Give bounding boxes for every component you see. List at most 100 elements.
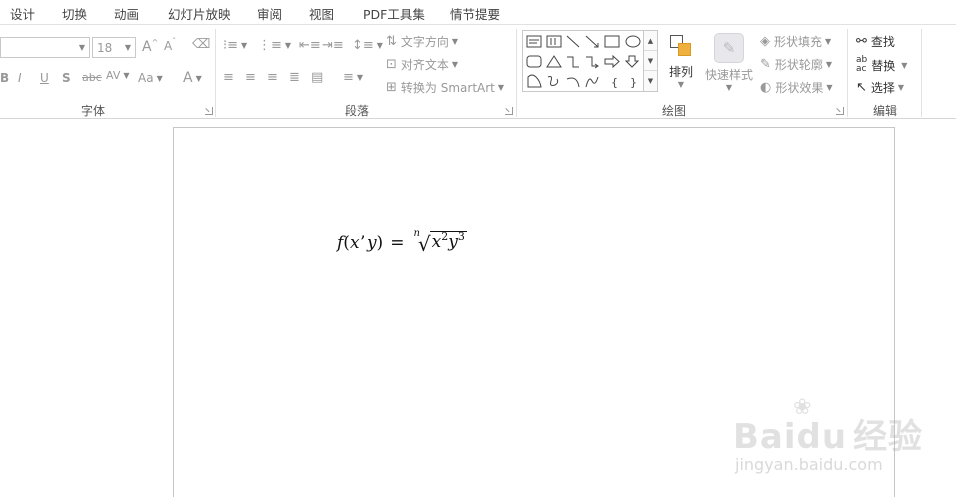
align-center-icon: ≡ [245,70,256,85]
shrink-font-button[interactable]: Aˇ [164,37,176,54]
align-center-button[interactable]: ≡ [245,71,256,84]
numbering-button[interactable]: ⋮≡ ▼ [258,39,291,52]
underline-button[interactable]: U [40,71,49,85]
tab-review[interactable]: 审阅 [257,4,282,23]
shape-fill-label: 形状填充 [774,35,823,49]
select-button[interactable]: ↖ 选择 ▼ [856,79,904,96]
replace-button[interactable]: ab ac 替换 ▼ [856,56,907,74]
tab-animations[interactable]: 动画 [114,4,139,23]
eq-close-paren: ) [376,233,384,253]
shadow-button[interactable]: S [62,71,71,85]
baidu-watermark: ❀ Baidu 经验 jingyan.baidu.com [733,395,922,485]
bullet-list-icon: ⁝≡ [223,38,239,53]
paragraph-dialog-launcher-icon[interactable] [505,107,513,115]
numbered-list-icon: ⋮≡ [258,38,282,53]
eq-radical: n √ x2y3 [413,228,467,256]
gallery-expand-icon[interactable]: ▼ [644,71,657,91]
arrange-button[interactable]: 排列 ▼ [668,33,694,89]
replace-label: 替换 [871,58,896,73]
cursor-icon: ↖ [856,80,867,95]
quick-styles-icon: ✎ [714,33,744,63]
eq-open-paren: ( [343,233,350,253]
text-direction-button[interactable]: ⇅ 文字方向 ▼ [386,33,458,50]
paragraph-group-label: 段落 [345,104,370,118]
tab-pdf-tools[interactable]: PDF工具集 [363,4,425,23]
grow-font-button[interactable]: A ^ [142,38,158,56]
tab-view[interactable]: 视图 [309,4,334,23]
align-text-button[interactable]: ⊡ 对齐文本 ▼ [386,56,458,73]
font-name-combo[interactable]: ▼ [0,37,90,58]
line-spacing-button[interactable]: ↕≡ ▼ [352,39,383,52]
svg-text:{: { [611,76,618,89]
chevron-down-icon[interactable]: ▼ [79,43,85,52]
grow-font-icon: A [142,39,152,55]
tab-design[interactable]: 设计 [10,4,35,23]
bold-button[interactable]: B [0,71,9,85]
find-button[interactable]: ⚯ 查找 [856,33,895,50]
eq-radicand-x: x [431,231,442,252]
eq-comma: ʼ [359,233,365,253]
equation[interactable]: f ( x ʼ y ) = n √ x2y3 [337,228,467,258]
align-left-button[interactable]: ≡ [223,71,234,84]
quick-styles-label: 快速样式 [705,68,754,82]
shape-effects-label: 形状效果 [775,81,824,95]
watermark-brand: Baidu 经验 [733,417,924,457]
increase-indent-button[interactable]: ⇥≡ [322,39,344,52]
distributed-button[interactable]: ▤ [311,71,323,84]
font-size-value: 18 [97,41,113,55]
align-right-button[interactable]: ≡ [267,71,278,84]
align-left-icon: ≡ [223,70,234,85]
change-case-button[interactable]: Aa ▼ [138,71,163,85]
eq-var-y: y [366,233,377,253]
svg-text:}: } [630,76,637,89]
font-size-combo[interactable]: 18 ▼ [92,37,136,58]
bullets-button[interactable]: ⁝≡ ▼ [223,39,247,52]
shape-effects-button[interactable]: ◐ 形状效果 ▼ [760,79,833,96]
select-label: 选择 [870,81,895,95]
italic-button[interactable]: I [18,71,22,85]
eq-var-x: x [349,233,360,253]
shape-fill-button[interactable]: ◈ 形状填充 ▼ [760,33,831,50]
shape-outline-button[interactable]: ✎ 形状轮廓 ▼ [760,56,832,73]
eq-equals: = [390,233,405,253]
decrease-indent-button[interactable]: ⇤≡ [299,39,321,52]
clear-formatting-button[interactable]: ⌫ [192,38,210,51]
columns-button[interactable]: ≡ ▼ [343,71,363,84]
tab-slideshow[interactable]: 幻灯片放映 [168,4,231,23]
convert-smartart-button[interactable]: ⊞ 转换为 SmartArt ▼ [386,79,504,96]
distributed-icon: ▤ [311,70,324,85]
shapes-gallery-scrollbar[interactable]: ▲ ▼ ▼ [644,30,658,92]
char-spacing-button[interactable]: AV ▼ [106,69,130,82]
chevron-down-icon[interactable]: ▼ [125,43,131,52]
binoculars-icon: ⚯ [856,34,867,49]
shapes-gallery[interactable]: { } [522,30,644,92]
quick-styles-button[interactable]: ✎ 快速样式 ▼ [705,33,753,92]
tab-transitions[interactable]: 切换 [62,4,87,23]
convert-smartart-label: 转换为 SmartArt [400,81,495,95]
align-text-icon: ⊡ [386,57,397,72]
eq-radicand: x2y3 [429,229,467,252]
strikethrough-button[interactable]: abc [82,71,102,84]
ribbon: ▼ 18 ▼ A ^ Aˇ ⌫ B I U S abc AV ▼ Aa ▼ A ▼ 字体… [0,24,956,119]
group-separator [921,29,922,117]
find-label: 查找 [870,35,895,49]
increase-indent-icon: ⇥≡ [322,38,344,53]
shadow-label: S [62,71,71,85]
bold-label: B [0,71,10,85]
font-color-button[interactable]: A ▼ [183,70,202,86]
drawing-dialog-launcher-icon[interactable] [836,107,844,115]
spacing-label: AV [106,69,121,82]
font-color-label: A [183,70,193,86]
shrink-font-icon: A [164,39,173,53]
tab-storyboard[interactable]: 情节提要 [450,4,500,23]
group-separator [516,29,517,117]
scroll-down-icon[interactable]: ▼ [644,51,657,71]
eq-exponent-y: 3 [457,229,465,243]
line-spacing-icon: ↕≡ [352,38,374,53]
font-dialog-launcher-icon[interactable] [205,107,213,115]
justify-icon: ≣ [289,70,300,85]
strike-label: abc [82,71,102,84]
justify-button[interactable]: ≣ [289,71,300,84]
pen-icon: ✎ [760,57,771,72]
scroll-up-icon[interactable]: ▲ [644,31,657,51]
